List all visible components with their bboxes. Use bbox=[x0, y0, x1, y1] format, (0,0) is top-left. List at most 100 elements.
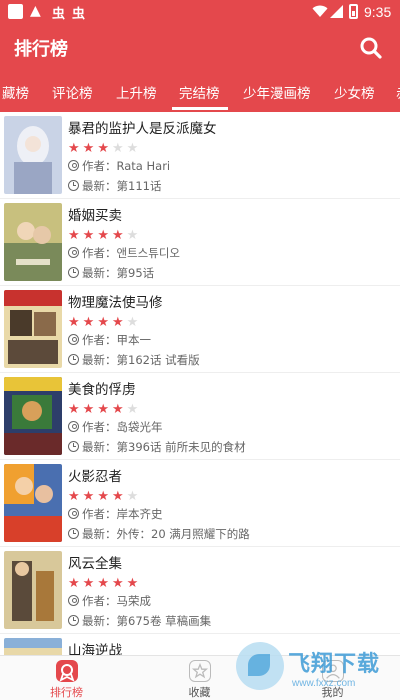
star-empty-icon: ★ bbox=[126, 489, 139, 504]
list-item[interactable]: 物理魔法使马修 ★ ★ ★ ★ ★ 作者：甲本一 最新：第162话 试看版 bbox=[0, 286, 400, 373]
list-item[interactable]: 风云全集 ★ ★ ★ ★ ★ 作者：马荣成 最新：第675卷 草稿画集 bbox=[0, 547, 400, 634]
comic-cover bbox=[4, 638, 62, 655]
author-line: 作者：岸本齐史 bbox=[68, 506, 163, 522]
latest-chapter: 第95话 bbox=[116, 266, 155, 280]
star-filled-icon: ★ bbox=[97, 141, 109, 156]
latest-line: 最新：第111话 bbox=[68, 178, 161, 194]
comic-cover bbox=[4, 464, 62, 542]
comic-cover bbox=[4, 551, 62, 629]
star-filled-icon: ★ bbox=[68, 402, 80, 417]
app-notification-icon: 虫 bbox=[72, 7, 86, 22]
comic-list[interactable]: 暴君的监护人是反派魔女 ★ ★ ★ ★ ★ 作者：Rata Hari 最新：第111话 … bbox=[0, 112, 400, 655]
tab-comment-rank[interactable]: 评论榜 bbox=[52, 82, 93, 102]
app-notification-icon: 虫 bbox=[52, 7, 66, 22]
star-filled-icon: ★ bbox=[82, 228, 95, 243]
star-filled-icon: ★ bbox=[111, 576, 124, 591]
star-filled-icon: ★ bbox=[126, 576, 139, 591]
page-title: 排行榜 bbox=[14, 39, 68, 60]
watermark-url: www.fxxz.com bbox=[292, 678, 356, 689]
comic-cover bbox=[4, 290, 62, 368]
clock-icon bbox=[68, 354, 79, 365]
comic-author: 马荣成 bbox=[116, 594, 152, 608]
list-item[interactable]: 美食的俘虏 ★ ★ ★ ★ ★ 作者：岛袋光年 最新：第396话 前所未见的食材 bbox=[0, 373, 400, 460]
latest-line: 最新：第95话 bbox=[68, 265, 154, 281]
signal-icon bbox=[330, 5, 343, 18]
watermark: 飞翔下载 www.fxxz.com bbox=[236, 640, 396, 700]
star-filled-icon: ★ bbox=[111, 228, 124, 243]
author-icon bbox=[68, 247, 79, 258]
latest-chapter: 第111话 bbox=[116, 179, 162, 193]
clock: 9:35 bbox=[364, 4, 392, 20]
list-item[interactable]: 暴君的监护人是反派魔女 ★ ★ ★ ★ ★ 作者：Rata Hari 最新：第111话 bbox=[0, 112, 400, 199]
author-icon bbox=[68, 508, 79, 519]
star-filled-icon: ★ bbox=[68, 141, 80, 156]
star-filled-icon: ★ bbox=[82, 141, 95, 156]
star-filled-icon: ★ bbox=[111, 489, 124, 504]
comic-author: 岸本齐史 bbox=[116, 507, 163, 521]
notification-square-icon bbox=[8, 4, 23, 19]
app-bar: 排行榜 bbox=[0, 24, 400, 70]
battery-icon bbox=[349, 4, 358, 19]
star-filled-icon: ★ bbox=[97, 489, 109, 504]
list-item[interactable]: 婚姻买卖 ★ ★ ★ ★ ★ 作者：앤트스튜디오 最新：第95话 bbox=[0, 199, 400, 286]
author-line: 作者：甲本一 bbox=[68, 332, 151, 348]
star-filled-icon: ★ bbox=[97, 228, 109, 243]
comic-cover bbox=[4, 203, 62, 281]
status-bar: ▲ 虫 虫 9:35 bbox=[0, 0, 400, 24]
tab-collection-rank[interactable]: 藏榜 bbox=[2, 82, 29, 102]
tab-rising-rank[interactable]: 上升榜 bbox=[116, 82, 157, 102]
tab-shojo-rank[interactable]: 少女榜 bbox=[334, 82, 375, 102]
ranking-tabs: 藏榜 评论榜 上升榜 完结榜 少年漫画榜 少女榜 赤 bbox=[0, 70, 400, 112]
rating-stars: ★ ★ ★ ★ ★ bbox=[68, 485, 141, 504]
star-filled-icon: ★ bbox=[82, 402, 95, 417]
comic-title: 火影忍者 bbox=[68, 469, 122, 485]
clock-icon bbox=[68, 267, 79, 278]
nav-ranking[interactable]: 排行榜 bbox=[0, 656, 133, 700]
author-prefix: 作者： bbox=[82, 333, 117, 347]
star-filled-icon: ★ bbox=[68, 315, 80, 330]
clock-icon bbox=[68, 615, 79, 626]
list-item[interactable]: 火影忍者 ★ ★ ★ ★ ★ 作者：岸本齐史 最新：外传：20 满月照耀下的路 bbox=[0, 460, 400, 547]
latest-prefix: 最新： bbox=[82, 353, 117, 367]
comic-author: 甲本一 bbox=[116, 333, 152, 347]
author-line: 作者：앤트스튜디오 bbox=[68, 245, 180, 261]
rating-stars: ★ ★ ★ ★ ★ bbox=[68, 572, 141, 591]
author-prefix: 作者： bbox=[82, 594, 117, 608]
active-tab-indicator bbox=[172, 107, 228, 110]
star-filled-icon: ★ bbox=[82, 489, 95, 504]
watermark-logo-icon bbox=[236, 642, 284, 690]
tab-shonen-rank[interactable]: 少年漫画榜 bbox=[243, 82, 311, 102]
author-line: 作者：马荣成 bbox=[68, 593, 151, 609]
comic-cover bbox=[4, 116, 62, 194]
latest-prefix: 最新： bbox=[82, 179, 117, 193]
latest-line: 最新：外传：20 满月照耀下的路 bbox=[68, 526, 250, 542]
star-filled-icon: ★ bbox=[111, 402, 124, 417]
author-icon bbox=[68, 334, 79, 345]
tab-more[interactable]: 赤 bbox=[396, 82, 400, 102]
star-filled-icon: ★ bbox=[111, 315, 124, 330]
comic-title: 暴君的监护人是反派魔女 bbox=[68, 121, 217, 137]
star-empty-icon: ★ bbox=[126, 315, 139, 330]
comic-title: 美食的俘虏 bbox=[68, 382, 136, 398]
comic-author: Rata Hari bbox=[116, 159, 171, 173]
latest-chapter: 第675卷 草稿画集 bbox=[116, 614, 212, 628]
rating-stars: ★ ★ ★ ★ ★ bbox=[68, 224, 141, 243]
clock-icon bbox=[68, 528, 79, 539]
author-icon bbox=[68, 160, 79, 171]
warning-icon: ▲ bbox=[30, 3, 41, 19]
star-empty-icon: ★ bbox=[126, 402, 139, 417]
rating-stars: ★ ★ ★ ★ ★ bbox=[68, 398, 141, 417]
search-icon[interactable] bbox=[358, 35, 384, 61]
comic-title: 婚姻买卖 bbox=[68, 208, 122, 224]
wifi-icon bbox=[312, 5, 328, 17]
star-filled-icon: ★ bbox=[82, 315, 95, 330]
tab-completed-rank[interactable]: 完结榜 bbox=[179, 82, 220, 102]
star-filled-icon: ★ bbox=[68, 228, 80, 243]
watermark-text: 飞翔下载 bbox=[288, 652, 381, 677]
star-filled-icon: ★ bbox=[97, 402, 109, 417]
author-line: 作者：Rata Hari bbox=[68, 158, 170, 174]
latest-chapter: 第162话 试看版 bbox=[116, 353, 200, 367]
star-empty-icon: ★ bbox=[126, 141, 139, 156]
latest-line: 最新：第396话 前所未见的食材 bbox=[68, 439, 246, 455]
author-icon bbox=[68, 421, 79, 432]
